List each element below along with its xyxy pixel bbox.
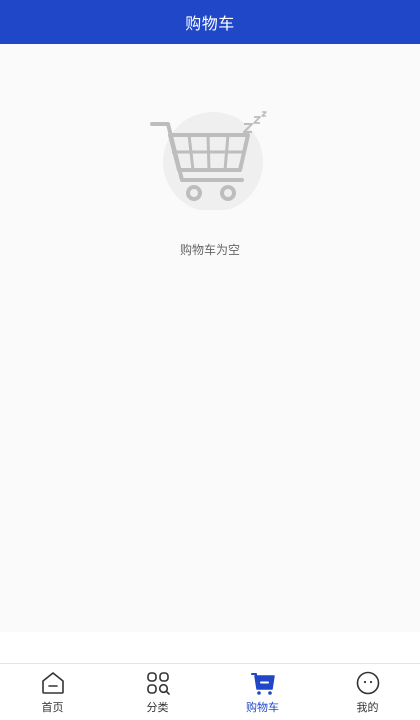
tab-profile-label: 我的 — [356, 701, 379, 714]
cart-content: 购物车为空 — [0, 44, 420, 632]
profile-icon — [356, 671, 379, 695]
tab-cart-label: 购物车 — [246, 701, 279, 714]
tab-profile[interactable]: 我的 — [315, 664, 420, 720]
content-footer-gap — [0, 632, 420, 663]
sleeping-cart-icon — [150, 111, 267, 210]
app-screen: 购物车 购物车为空 首页 分类 购物车 我的 — [0, 0, 420, 720]
tab-home[interactable]: 首页 — [0, 664, 105, 720]
home-icon — [41, 672, 64, 694]
tab-home-label: 首页 — [41, 701, 64, 714]
tab-category-label: 分类 — [146, 701, 169, 714]
empty-cart-message: 购物车为空 — [179, 243, 240, 257]
category-icon — [146, 672, 170, 695]
bottom-tab-bar: 首页 分类 购物车 我的 — [0, 663, 420, 720]
cart-icon — [250, 673, 275, 695]
tab-category[interactable]: 分类 — [105, 664, 210, 720]
page-title: 购物车 — [185, 14, 235, 33]
tab-cart[interactable]: 购物车 — [210, 664, 315, 720]
header-bar: 购物车 — [0, 0, 420, 44]
